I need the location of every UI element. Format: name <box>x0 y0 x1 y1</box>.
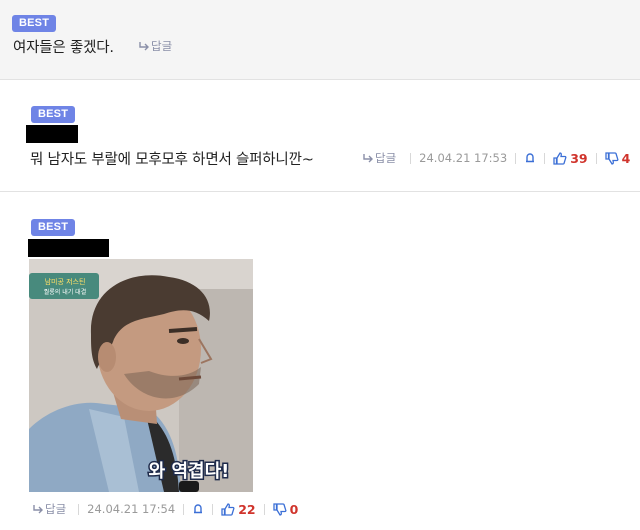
divider <box>595 152 597 164</box>
comment-text: 뭐 남자도 부랄에 모후모후 하면서 슬퍼하니깐~ <box>30 152 314 168</box>
like-count: 39 <box>570 150 588 166</box>
reply-button[interactable]: 답글 <box>138 38 172 54</box>
best-badge: BEST <box>31 219 76 236</box>
dislike-button[interactable]: 4 <box>604 150 631 166</box>
reply-arrow-icon <box>33 505 43 514</box>
comment-date: 24.04.21 17:54 <box>87 502 176 516</box>
divider <box>515 152 517 164</box>
bell-icon <box>194 504 203 514</box>
report-button[interactable] <box>524 152 536 164</box>
thumbs-up-icon <box>553 151 567 165</box>
divider <box>263 503 265 515</box>
reply-button[interactable]: 답글 <box>362 150 396 166</box>
reply-label: 답글 <box>151 39 173 53</box>
reply-arrow-icon <box>139 42 149 51</box>
like-button[interactable]: 22 <box>221 501 256 517</box>
reply-label: 답글 <box>45 502 67 516</box>
redacted-nickname <box>26 125 78 143</box>
reply-label: 답글 <box>375 151 397 165</box>
like-button[interactable]: 39 <box>553 150 588 166</box>
bell-icon <box>526 153 535 163</box>
report-button[interactable] <box>192 503 204 515</box>
divider <box>78 503 80 515</box>
dislike-count: 0 <box>289 501 299 517</box>
best-badge: BEST <box>12 15 57 32</box>
reply-button[interactable]: 답글 <box>32 501 66 517</box>
image-badge-line1: 남미공 저스틴 <box>45 277 86 286</box>
image-badge-line2: 퀄롱의 내기 대결 <box>44 288 86 296</box>
thumbs-down-icon <box>272 502 287 516</box>
comment-text: 여자들은 좋겠다. <box>13 40 114 56</box>
divider <box>212 503 214 515</box>
image-caption: 와 역겹다! <box>149 461 230 482</box>
divider <box>183 503 185 515</box>
comment-2: BEST 뭐 남자도 부랄에 모후모후 하면서 슬퍼하니깐~ 답글 24.04.… <box>0 80 640 192</box>
best-badge: BEST <box>31 106 76 123</box>
dislike-count: 4 <box>621 150 631 166</box>
divider <box>544 152 546 164</box>
comment-meta: 답글 24.04.21 17:53 39 4 <box>362 150 630 166</box>
man-photo: 남미공 저스틴 퀄롱의 내기 대결 와 역겹다! <box>29 259 253 492</box>
comment-1: BEST 여자들은 좋겠다. 답글 <box>0 0 640 80</box>
comment-date: 24.04.21 17:53 <box>419 151 508 165</box>
thumbs-up-icon <box>221 502 235 516</box>
comment-3: BEST 남미공 저스틴 퀄롱의 내기 대결 와 역겹다! 답글 24.04.2… <box>0 192 640 530</box>
divider <box>410 152 412 164</box>
reply-arrow-icon <box>363 154 373 163</box>
thumbs-down-icon <box>604 151 619 165</box>
like-count: 22 <box>238 501 256 517</box>
dislike-button[interactable]: 0 <box>272 501 299 517</box>
redacted-nickname <box>28 239 109 257</box>
comment-image[interactable]: 남미공 저스틴 퀄롱의 내기 대결 와 역겹다! <box>29 259 253 492</box>
comment-meta: 답글 24.04.21 17:54 22 0 <box>32 501 298 517</box>
